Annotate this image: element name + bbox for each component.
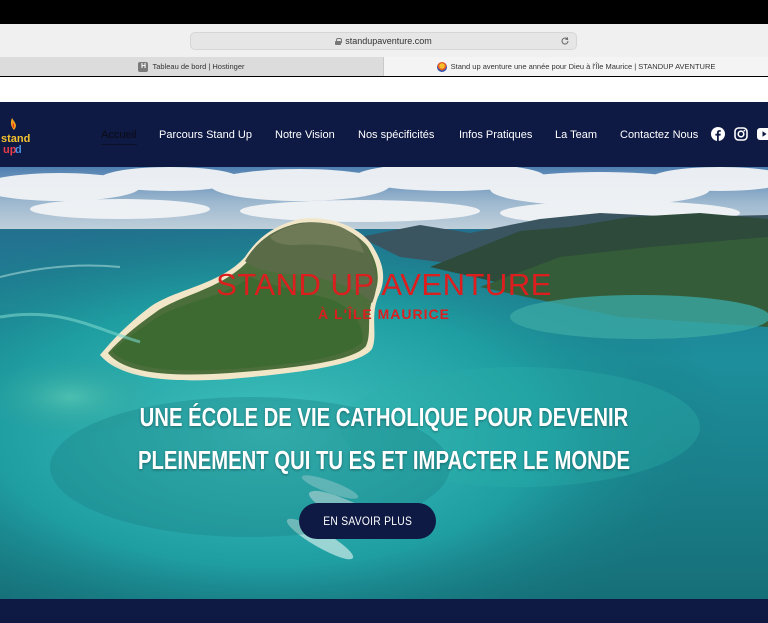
hero-tagline-line2: PLEINEMENT QUI TU ES ET IMPACTER LE MOND…	[137, 445, 631, 475]
nav-vision[interactable]: Notre Vision	[275, 129, 335, 141]
hostinger-h-icon: H	[138, 61, 149, 72]
nav-parcours[interactable]: Parcours Stand Up	[159, 129, 252, 141]
tab-title: Stand up aventure une année pour Dieu à …	[450, 62, 716, 71]
tab-hostinger[interactable]: H Tableau de bord | Hostinger	[0, 57, 384, 76]
tab-strip: H Tableau de bord | Hostinger Stand up a…	[0, 57, 768, 76]
nav-accueil[interactable]: Accueil	[101, 129, 136, 141]
hero-subtitle: À L'ÎLE MAURICE	[318, 306, 450, 322]
top-black-bar	[0, 0, 768, 24]
url-text: standupaventure.com	[345, 36, 432, 46]
svg-text:d: d	[15, 144, 22, 156]
nav-contact[interactable]: Contactez Nous	[620, 129, 698, 141]
standup-logo[interactable]: stand up d	[0, 116, 30, 156]
nav-infos[interactable]: Infos Pratiques	[459, 129, 532, 141]
facebook-icon[interactable]	[711, 127, 725, 141]
reload-icon[interactable]	[560, 36, 570, 46]
lock-icon	[335, 37, 343, 45]
next-section-strip	[0, 599, 768, 623]
active-nav-indicator	[101, 144, 137, 145]
instagram-icon[interactable]	[734, 127, 748, 141]
nav-team[interactable]: La Team	[555, 129, 597, 141]
tab-standup[interactable]: Stand up aventure une année pour Dieu à …	[384, 57, 768, 76]
youtube-icon[interactable]	[757, 128, 768, 140]
cta-label: EN SAVOIR PLUS	[323, 514, 412, 528]
hero-title: STAND UP AVENTURE	[216, 267, 552, 302]
standup-logo-icon	[436, 61, 447, 72]
site-header: stand up d Accueil Parcours Stand Up Not…	[0, 102, 768, 167]
en-savoir-plus-button[interactable]: EN SAVOIR PLUS	[299, 503, 436, 539]
nav-specificites[interactable]: Nos spécificités	[358, 129, 434, 141]
browser-toolbar: standupaventure.com	[0, 24, 768, 57]
page-top-whitespace	[0, 77, 768, 102]
hero-tagline-line1: UNE ÉCOLE DE VIE CATHOLIQUE POUR DEVENIR	[139, 402, 629, 432]
address-bar[interactable]: standupaventure.com	[190, 32, 577, 50]
tab-title: Tableau de bord | Hostinger	[152, 62, 245, 71]
